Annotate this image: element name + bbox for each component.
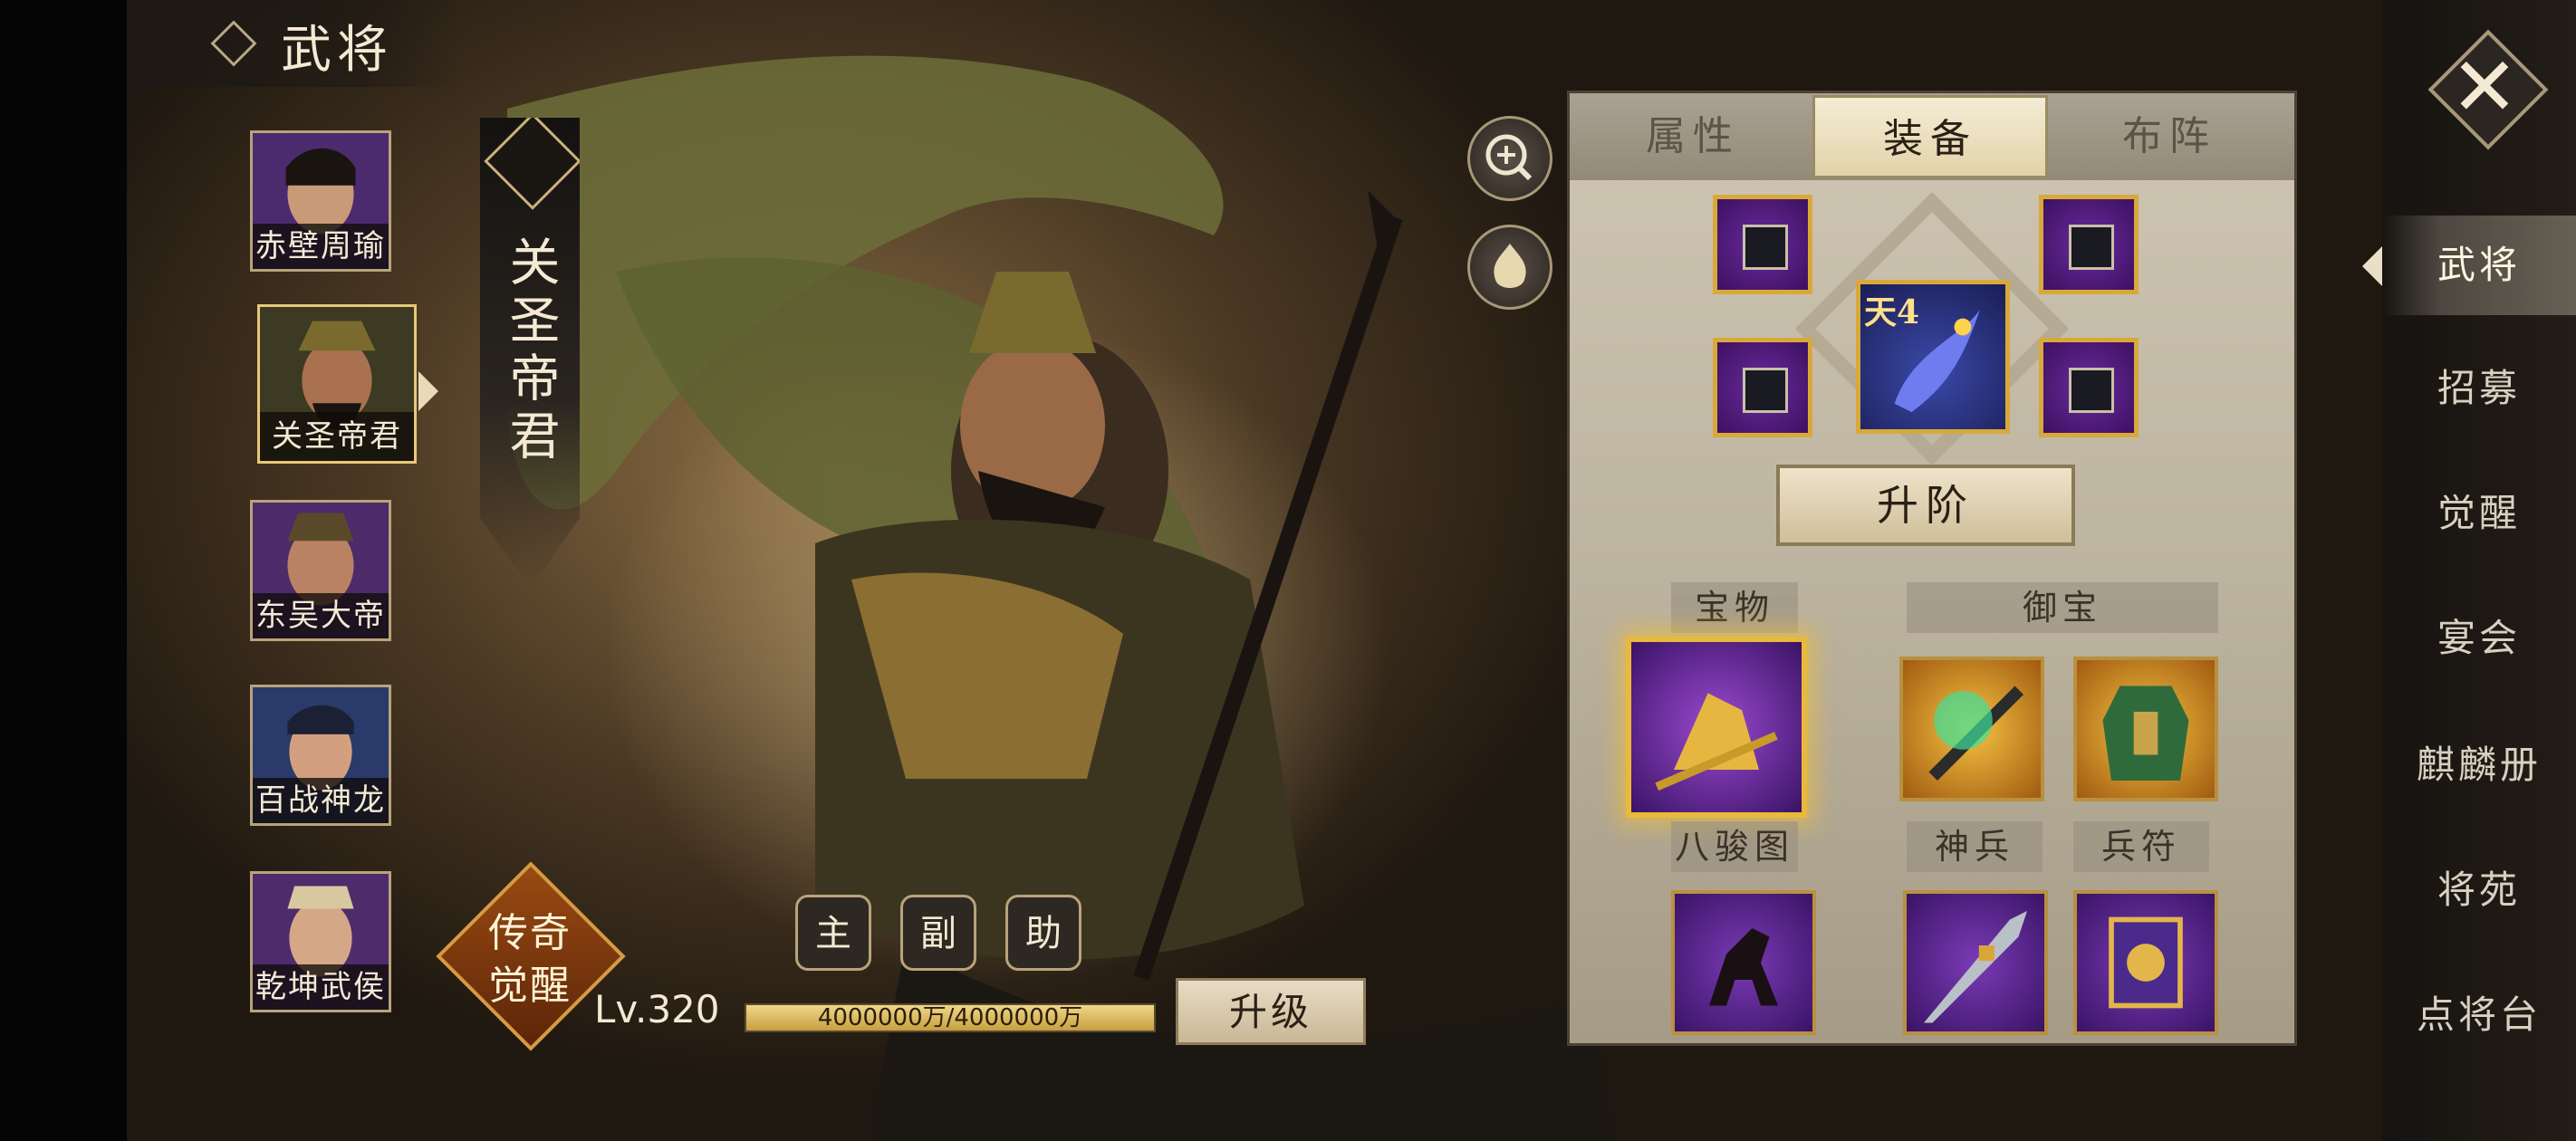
game-screen: 武将 赤壁周瑜 关圣帝君 东吴大帝 百战神龙 乾坤武侯 关圣帝君 传奇 觉醒 主… <box>0 0 2576 1141</box>
hero-name: 东吴大帝 <box>253 593 389 638</box>
hero-card-sunquan[interactable]: 东吴大帝 <box>250 500 391 641</box>
main-equipment-item[interactable]: 天4 <box>1856 280 2010 434</box>
page-title-banner: 武将 <box>127 0 462 87</box>
divine-weapon-slot[interactable] <box>1903 890 2048 1035</box>
armor-icon <box>2102 686 2189 781</box>
hero-vertical-name: 关圣帝君 <box>498 235 562 467</box>
role-vice-button[interactable]: 副 <box>900 895 976 971</box>
nav-item-generals[interactable]: 武将 <box>2382 216 2576 315</box>
advance-button[interactable]: 升阶 <box>1776 465 2075 546</box>
nav-item-banquet[interactable]: 宴会 <box>2382 589 2576 688</box>
badge-line2: 觉醒 <box>488 963 572 1009</box>
legend-awaken-badge[interactable]: 传奇 觉醒 <box>436 861 626 1051</box>
tab-equipment[interactable]: 装备 <box>1812 95 2048 178</box>
exp-bar: 4000000万/4000000万 <box>745 1003 1156 1032</box>
hero-name: 乾坤武侯 <box>253 964 389 1010</box>
glaive-icon <box>1924 911 2027 1023</box>
upgrade-button[interactable]: 升级 <box>1176 978 1366 1045</box>
nav-item-qilin-book[interactable]: 麒麟册 <box>2382 715 2576 815</box>
tally-slot[interactable] <box>2073 890 2218 1035</box>
hero-vertical-name-text: 关圣帝君 <box>501 235 560 467</box>
badge-line1: 传奇 <box>488 910 572 956</box>
close-button[interactable]: ✕ <box>2426 27 2549 150</box>
magnifier-plus-icon <box>1485 134 1533 181</box>
hero-card-zhugeliang[interactable]: 乾坤武侯 <box>250 871 391 1012</box>
armor-slot[interactable] <box>2073 657 2218 801</box>
label-royal-treasure: 御宝 <box>1907 582 2218 633</box>
hero-card-guanyu[interactable]: 关圣帝君 <box>257 304 417 464</box>
treasure-slot[interactable] <box>1626 637 1807 818</box>
hero-name: 百战神龙 <box>253 778 389 823</box>
nav-active-arrow-icon <box>2362 246 2382 286</box>
equipment-panel: 属性 装备 布阵 天4 升阶 宝物 御宝 八骏图 神兵 兵符 <box>1567 91 2297 1046</box>
tab-formation[interactable]: 布阵 <box>2052 95 2287 178</box>
main-item-level: 天4 <box>1864 293 1920 331</box>
selected-arrow-icon <box>418 371 438 411</box>
hero-card-zhouyu[interactable]: 赤壁周瑜 <box>250 130 391 272</box>
left-letterbox <box>0 0 127 1141</box>
hero-name: 赤壁周瑜 <box>253 224 389 269</box>
tally-seal-icon <box>2109 916 2183 1009</box>
nav-item-awaken[interactable]: 觉醒 <box>2382 464 2576 563</box>
label-token: 兵符 <box>2073 821 2209 872</box>
nav-item-garden[interactable]: 将苑 <box>2382 840 2576 940</box>
hero-name: 关圣帝君 <box>260 412 414 461</box>
level-label: Lv.320 <box>594 987 720 1031</box>
exp-text: 4000000万/4000000万 <box>817 1004 1083 1031</box>
role-assist-button[interactable]: 助 <box>1005 895 1081 971</box>
label-bagua: 八骏图 <box>1671 821 1798 872</box>
label-weapon: 神兵 <box>1907 821 2043 872</box>
horse-emblem-icon <box>484 118 580 210</box>
page-title: 武将 <box>281 21 393 80</box>
green-weapon-icon <box>1928 686 2023 781</box>
flame-icon <box>1494 244 1526 288</box>
label-treasure: 宝物 <box>1671 582 1798 633</box>
hero-card-zhaoyun[interactable]: 百战神龙 <box>250 685 391 826</box>
zoom-in-button[interactable] <box>1467 116 1552 201</box>
tab-attributes[interactable]: 属性 <box>1575 95 1811 178</box>
horse-slot[interactable] <box>1671 890 1816 1035</box>
golden-horse-icon <box>1655 693 1778 791</box>
book-slot-bottom-left[interactable] <box>1713 338 1812 437</box>
close-icon: ✕ <box>2450 40 2519 135</box>
nav-item-general-stage[interactable]: 点将台 <box>2382 965 2576 1065</box>
book-slot-bottom-right[interactable] <box>2039 338 2139 437</box>
black-horse-icon <box>1709 928 1778 1006</box>
hero-vertical-banner: 关圣帝君 <box>480 118 580 589</box>
weapon-jade-slot[interactable] <box>1899 657 2044 801</box>
book-slot-top-left[interactable] <box>1713 195 1812 294</box>
back-diamond-icon[interactable] <box>210 20 257 67</box>
role-main-button[interactable]: 主 <box>795 895 871 971</box>
nav-item-recruit[interactable]: 招募 <box>2382 339 2576 438</box>
book-slot-top-right[interactable] <box>2039 195 2139 294</box>
skin-button[interactable] <box>1467 225 1552 310</box>
